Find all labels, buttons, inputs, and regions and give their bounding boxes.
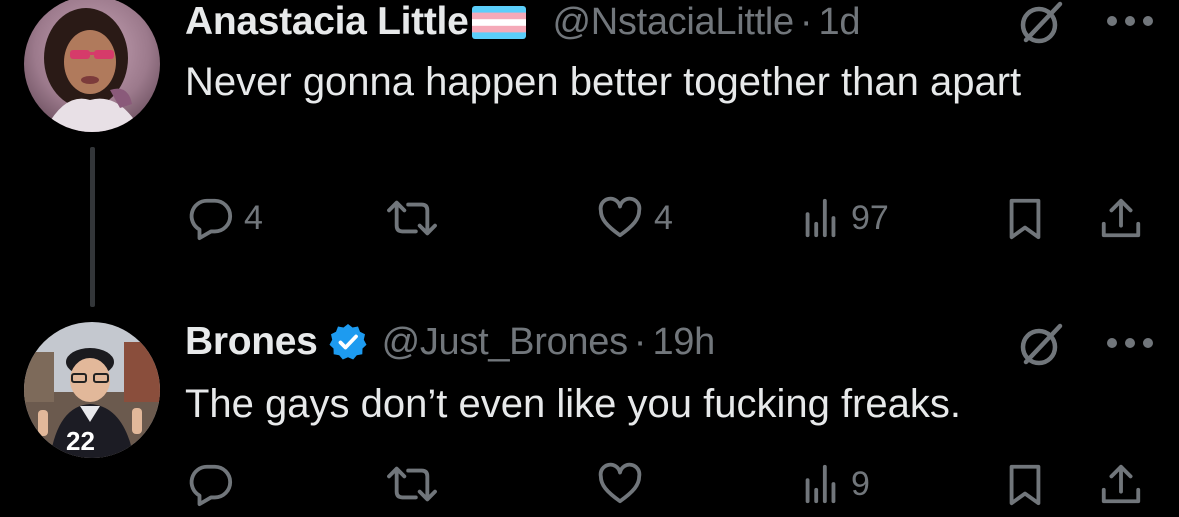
action-bar: 4 4 97 bbox=[0, 193, 1179, 243]
timestamp[interactable]: 19h bbox=[652, 321, 715, 364]
display-name[interactable]: Anastacia Little bbox=[185, 0, 469, 44]
tweet-header: Brones @Just_Brones · 19h bbox=[185, 318, 715, 366]
avatar[interactable] bbox=[24, 0, 160, 132]
heart-icon bbox=[598, 196, 642, 238]
share-button[interactable] bbox=[1098, 193, 1144, 243]
heart-icon bbox=[598, 462, 642, 504]
timestamp[interactable]: 1d bbox=[818, 1, 860, 44]
reply-button[interactable]: 4 bbox=[188, 193, 263, 243]
action-bar: 9 bbox=[0, 459, 1179, 509]
retweet-icon bbox=[387, 200, 437, 236]
separator-dot: · bbox=[633, 320, 647, 363]
view-count: 97 bbox=[851, 198, 889, 237]
more-options-icon[interactable] bbox=[1105, 14, 1155, 28]
views-icon bbox=[805, 198, 836, 238]
share-icon bbox=[1101, 198, 1141, 238]
tweet-header: Anastacia Little @NstaciaLittle · 1d bbox=[185, 0, 860, 46]
bookmark-icon bbox=[1009, 464, 1041, 506]
reply-button[interactable] bbox=[188, 459, 244, 509]
separator-dot: · bbox=[799, 0, 813, 43]
views-icon bbox=[805, 464, 836, 504]
view-count: 9 bbox=[851, 464, 870, 503]
bookmark-icon bbox=[1009, 198, 1041, 240]
reply-icon bbox=[189, 464, 232, 507]
svg-text:22: 22 bbox=[66, 426, 95, 456]
more-options-icon[interactable] bbox=[1105, 336, 1155, 350]
views-button[interactable]: 97 bbox=[801, 193, 889, 243]
tweet[interactable]: Anastacia Little @NstaciaLittle · 1d Nev… bbox=[0, 0, 1179, 307]
grok-icon[interactable] bbox=[1018, 0, 1064, 46]
like-button[interactable] bbox=[596, 459, 654, 509]
like-count: 4 bbox=[654, 198, 673, 237]
verified-badge-icon bbox=[328, 322, 368, 362]
grok-icon[interactable] bbox=[1018, 322, 1064, 368]
transgender-flag-icon bbox=[472, 5, 527, 39]
tweet-text: Never gonna happen better together than … bbox=[185, 60, 1022, 104]
share-button[interactable] bbox=[1098, 459, 1144, 509]
retweet-button[interactable] bbox=[384, 193, 450, 243]
reply-count: 4 bbox=[244, 198, 263, 237]
retweet-button[interactable] bbox=[384, 459, 450, 509]
reply-icon bbox=[189, 198, 232, 241]
retweet-icon bbox=[387, 466, 437, 502]
tweet-text: The gays don’t even like you fucking fre… bbox=[185, 382, 961, 426]
views-button[interactable]: 9 bbox=[801, 459, 870, 509]
like-button[interactable]: 4 bbox=[596, 193, 673, 243]
avatar[interactable]: 22 bbox=[24, 322, 160, 458]
handle[interactable]: @NstaciaLittle bbox=[552, 1, 794, 44]
bookmark-button[interactable] bbox=[1005, 193, 1045, 243]
tweet[interactable]: 22 Brones @Just_Brones · 19h The gays do… bbox=[0, 300, 1179, 517]
share-icon bbox=[1101, 464, 1141, 504]
bookmark-button[interactable] bbox=[1005, 459, 1045, 509]
handle[interactable]: @Just_Brones bbox=[382, 321, 629, 364]
display-name[interactable]: Brones bbox=[185, 320, 318, 364]
